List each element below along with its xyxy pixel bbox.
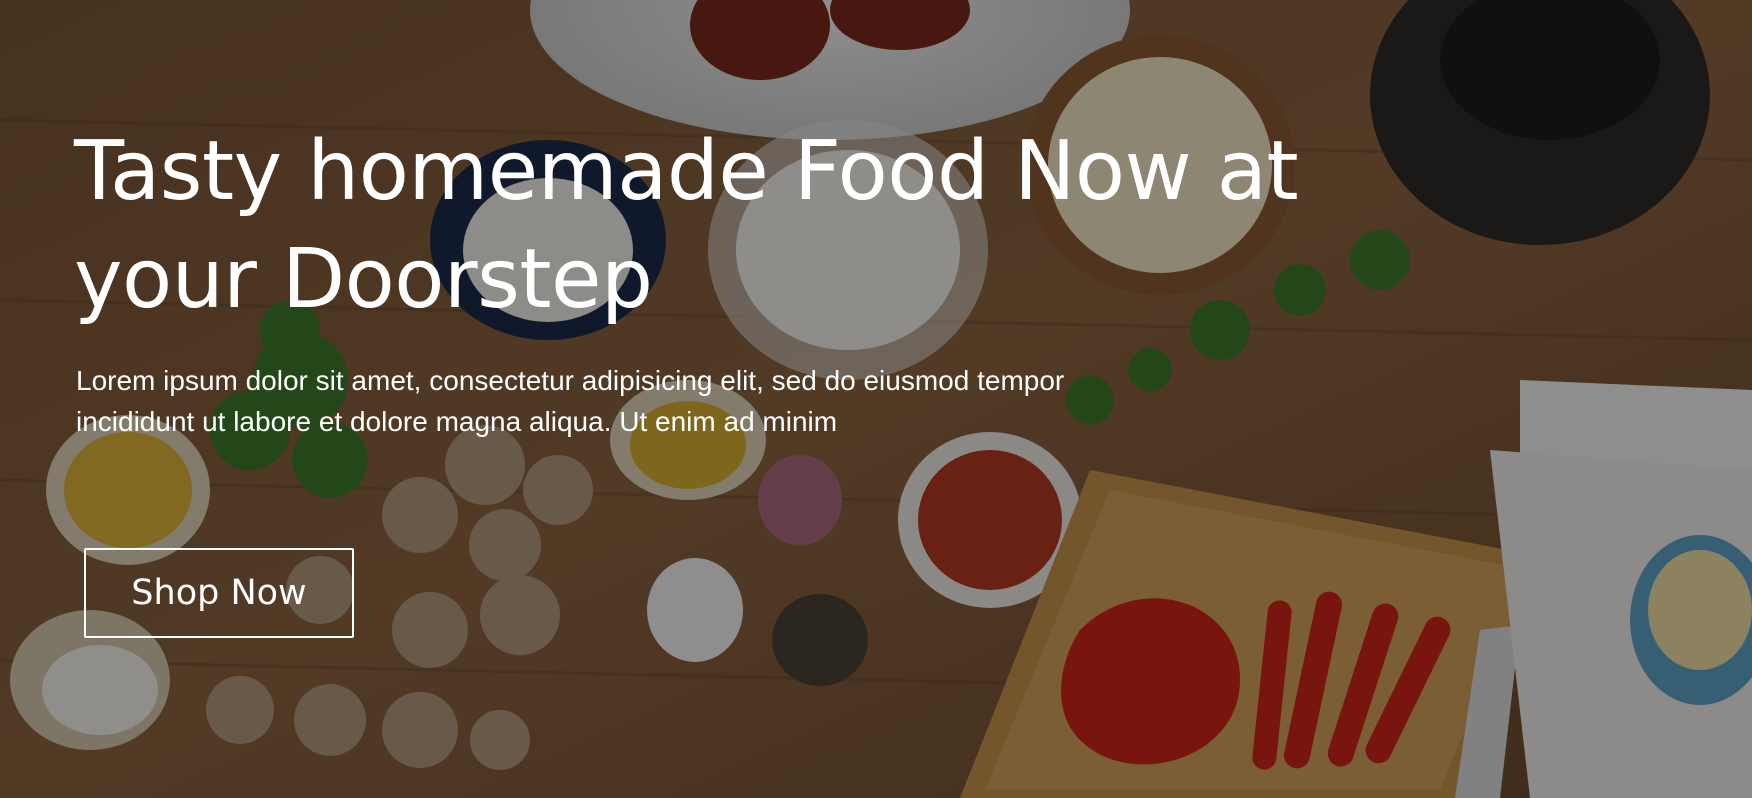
hero-description: Lorem ipsum dolor sit amet, consectetur … [76,365,1065,437]
shop-now-button[interactable]: Shop Now [84,548,354,638]
hero-content: Tasty homemade Food Now at your Doorstep… [74,118,1374,442]
hero-banner: Tasty homemade Food Now at your Doorstep… [0,0,1752,798]
hero-title: Tasty homemade Food Now at your Doorstep [74,124,1299,327]
